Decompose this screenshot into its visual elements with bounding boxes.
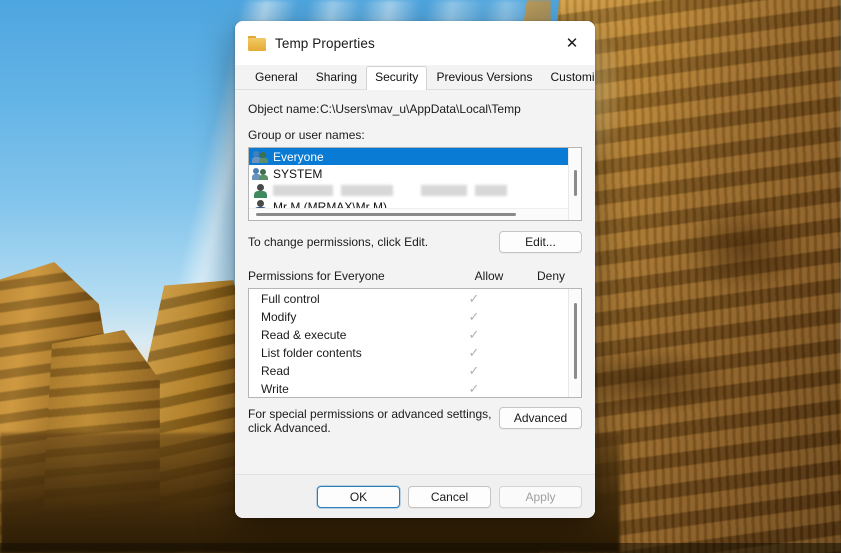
list-item-label: SYSTEM xyxy=(273,166,323,181)
table-row[interactable]: Modify ✓ xyxy=(249,308,567,326)
group-or-user-names-label: Group or user names: xyxy=(248,128,365,142)
permission-name: Modify xyxy=(261,310,297,324)
permission-name: Full control xyxy=(261,292,320,306)
permissions-vertical-scrollbar[interactable] xyxy=(568,289,581,397)
dialog-footer: OK Cancel Apply xyxy=(235,474,595,518)
user-list-vertical-scrollbar[interactable] xyxy=(568,148,581,220)
tab-general[interactable]: General xyxy=(246,66,307,89)
advanced-hint-line2: click Advanced. xyxy=(248,421,331,435)
tab-sharing[interactable]: Sharing xyxy=(307,66,366,89)
allow-checkmark[interactable]: ✓ xyxy=(443,346,505,360)
deny-column-header: Deny xyxy=(536,269,565,283)
permission-name: Read xyxy=(261,364,290,378)
allow-checkmark[interactable]: ✓ xyxy=(443,292,505,306)
table-row[interactable]: Read & execute ✓ xyxy=(249,326,567,344)
tab-strip: General Sharing Security Previous Versio… xyxy=(235,65,595,90)
list-item-label: Everyone xyxy=(273,149,324,164)
permission-name: List folder contents xyxy=(261,346,362,360)
edit-button[interactable]: Edit... xyxy=(499,231,582,253)
advanced-hint-text: For special permissions or advanced sett… xyxy=(248,407,491,435)
redacted-username xyxy=(341,185,393,196)
object-name-label: Object name: xyxy=(248,102,320,116)
dialog-titlebar[interactable]: Temp Properties ✕ xyxy=(235,21,595,65)
close-icon[interactable]: ✕ xyxy=(549,21,595,65)
allow-checkmark[interactable]: ✓ xyxy=(443,310,505,324)
table-row[interactable]: Write ✓ xyxy=(249,380,567,397)
allow-column-header: Allow xyxy=(474,269,504,283)
group-or-user-names-list[interactable]: Everyone SYSTEM Mr M (MRMAX\Mr M) xyxy=(248,147,582,221)
permission-name: Write xyxy=(261,382,289,396)
allow-checkmark[interactable]: ✓ xyxy=(443,328,505,342)
apply-button[interactable]: Apply xyxy=(499,485,582,508)
redacted-username xyxy=(273,185,333,196)
list-item[interactable] xyxy=(249,182,568,199)
edit-hint-text: To change permissions, click Edit. xyxy=(248,235,429,249)
allow-checkmark[interactable]: ✓ xyxy=(443,364,505,378)
object-name-row: Object name: C:\Users\mav_u\AppData\Loca… xyxy=(248,102,582,116)
dialog-title: Temp Properties xyxy=(275,35,375,51)
object-name-value: C:\Users\mav_u\AppData\Local\Temp xyxy=(320,102,521,116)
permissions-list[interactable]: Full control ✓ Modify ✓ Read & execute ✓ xyxy=(248,288,582,398)
security-tab-page: Object name: C:\Users\mav_u\AppData\Loca… xyxy=(235,90,595,498)
list-item[interactable]: Everyone xyxy=(249,148,568,165)
permissions-title: Permissions for Everyone xyxy=(248,269,385,283)
temp-properties-dialog: Temp Properties ✕ General Sharing Securi… xyxy=(235,21,595,518)
edit-permissions-row: To change permissions, click Edit. Edit.… xyxy=(248,231,582,253)
tab-security[interactable]: Security xyxy=(366,66,428,90)
desktop-wallpaper: Temp Properties ✕ General Sharing Securi… xyxy=(0,0,841,553)
advanced-hint-line1: For special permissions or advanced sett… xyxy=(248,407,492,421)
folder-icon xyxy=(248,35,266,51)
ok-button[interactable]: OK xyxy=(317,485,400,508)
redacted-username xyxy=(475,185,507,196)
table-row[interactable]: Full control ✓ xyxy=(249,290,567,308)
group-user-icon xyxy=(252,167,268,181)
user-list-horizontal-scrollbar[interactable] xyxy=(249,208,568,220)
table-row[interactable]: List folder contents ✓ xyxy=(249,344,567,362)
single-user-icon xyxy=(253,183,268,198)
permission-name: Read & execute xyxy=(261,328,347,342)
tab-customise[interactable]: Customise xyxy=(541,66,595,89)
advanced-settings-row: For special permissions or advanced sett… xyxy=(248,407,582,435)
group-user-icon xyxy=(252,150,268,164)
tab-previous-versions[interactable]: Previous Versions xyxy=(427,66,541,89)
redacted-username xyxy=(421,185,467,196)
cancel-button[interactable]: Cancel xyxy=(408,485,491,508)
allow-checkmark[interactable]: ✓ xyxy=(443,382,505,396)
advanced-button[interactable]: Advanced xyxy=(499,407,582,429)
list-item[interactable]: SYSTEM xyxy=(249,165,568,182)
permissions-header: Permissions for Everyone Allow Deny xyxy=(248,269,582,283)
screen-bottom-strip xyxy=(0,543,841,553)
table-row[interactable]: Read ✓ xyxy=(249,362,567,380)
